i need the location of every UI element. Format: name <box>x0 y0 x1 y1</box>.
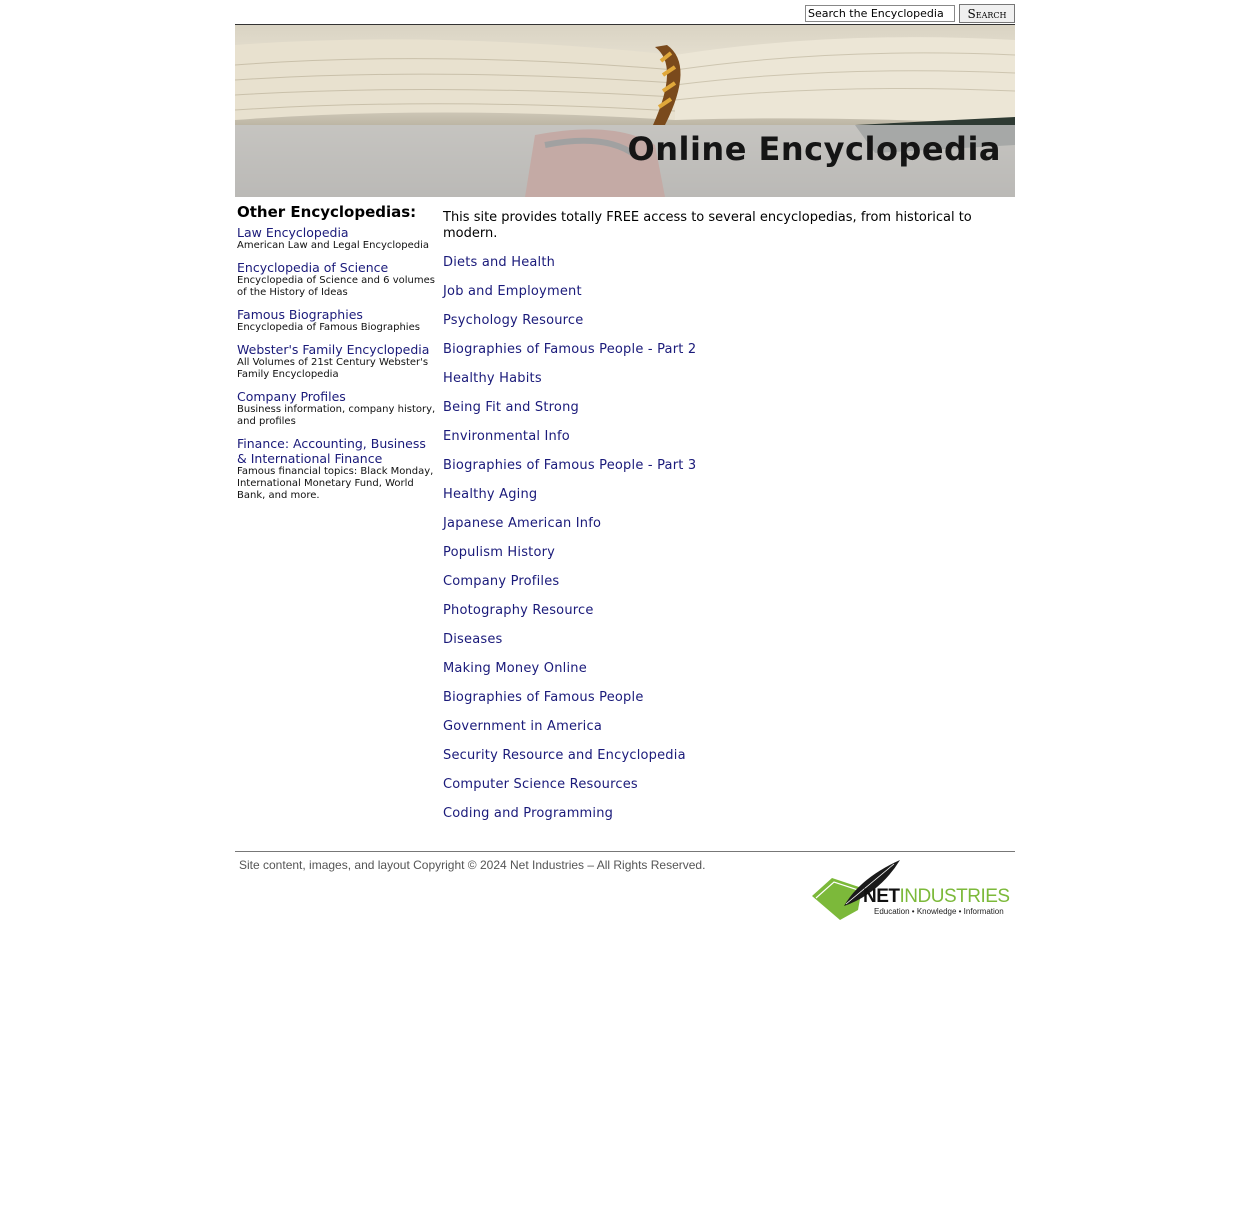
topic-link[interactable]: Coding and Programming <box>443 806 1003 822</box>
logo-industries-text: INDUSTRIES <box>899 886 1011 907</box>
site-title: Online Encyclopedia <box>627 130 1001 168</box>
topic-link[interactable]: Photography Resource <box>443 603 1003 619</box>
sidebar-description: Famous financial topics: Black Monday, I… <box>237 466 434 501</box>
sidebar-item-websters: Webster's Family Encyclopedia All Volume… <box>237 342 437 381</box>
topic-link[interactable]: Populism History <box>443 545 1003 561</box>
sidebar-link[interactable]: Famous Biographies <box>237 307 437 322</box>
sidebar-description: All Volumes of 21st Century Webster's Fa… <box>237 357 429 380</box>
main-content: This site provides totally FREE access t… <box>443 210 1003 835</box>
sidebar-heading: Other Encyclopedias: <box>237 203 417 221</box>
footer-divider <box>235 851 1015 852</box>
topic-link[interactable]: Biographies of Famous People - Part 3 <box>443 458 1003 474</box>
sidebar-description: American Law and Legal Encyclopedia <box>237 240 430 251</box>
sidebar-link[interactable]: Webster's Family Encyclopedia <box>237 342 437 357</box>
topic-link[interactable]: Healthy Habits <box>443 371 1003 387</box>
topic-link[interactable]: Government in America <box>443 719 1003 735</box>
sidebar-item-science: Encyclopedia of Science Encyclopedia of … <box>237 260 437 299</box>
topic-link[interactable]: Healthy Aging <box>443 487 1003 503</box>
net-industries-logo[interactable]: NETINDUSTRIES Education • Knowledge • In… <box>810 858 1015 924</box>
topic-link[interactable]: Biographies of Famous People <box>443 690 1003 706</box>
topic-link[interactable]: Company Profiles <box>443 574 1003 590</box>
sidebar-item-biographies: Famous Biographies Encyclopedia of Famou… <box>237 307 437 334</box>
search-input[interactable] <box>805 5 955 22</box>
other-encyclopedias-sidebar: Other Encyclopedias: Law Encyclopedia Am… <box>237 203 437 510</box>
logo-wordmark: NETINDUSTRIES <box>863 887 1010 907</box>
logo-tagline: Education • Knowledge • Information <box>874 907 1004 916</box>
copyright-text: Site content, images, and layout Copyrig… <box>239 858 706 872</box>
sidebar-item-law: Law Encyclopedia American Law and Legal … <box>237 225 437 252</box>
sidebar-link[interactable]: Company Profiles <box>237 389 437 404</box>
sidebar-item-finance: Finance: Accounting, Business & Internat… <box>237 436 437 502</box>
topic-link[interactable]: Diets and Health <box>443 255 1003 271</box>
header-banner: Online Encyclopedia <box>235 24 1015 197</box>
intro-text: This site provides totally FREE access t… <box>443 210 972 241</box>
topic-link[interactable]: Making Money Online <box>443 661 1003 677</box>
sidebar-item-company-profiles: Company Profiles Business information, c… <box>237 389 437 428</box>
topic-link[interactable]: Biographies of Famous People - Part 2 <box>443 342 1003 358</box>
topic-link[interactable]: Japanese American Info <box>443 516 1003 532</box>
search-button[interactable]: Search <box>959 4 1015 23</box>
topic-link[interactable]: Security Resource and Encyclopedia <box>443 748 1003 764</box>
topic-link[interactable]: Job and Employment <box>443 284 1003 300</box>
topic-link[interactable]: Diseases <box>443 632 1003 648</box>
sidebar-link[interactable]: Encyclopedia of Science <box>237 260 437 275</box>
sidebar-description: Encyclopedia of Science and 6 volumes of… <box>237 275 435 298</box>
search-bar: Search <box>805 4 1015 23</box>
logo-net-text: NET <box>863 886 900 907</box>
topic-link[interactable]: Environmental Info <box>443 429 1003 445</box>
sidebar-description: Business information, company history, a… <box>237 404 436 427</box>
topic-link[interactable]: Computer Science Resources <box>443 777 1003 793</box>
sidebar-link[interactable]: Law Encyclopedia <box>237 225 437 240</box>
topic-link[interactable]: Being Fit and Strong <box>443 400 1003 416</box>
topic-link[interactable]: Psychology Resource <box>443 313 1003 329</box>
sidebar-description: Encyclopedia of Famous Biographies <box>237 322 420 333</box>
sidebar-link[interactable]: Finance: Accounting, Business & Internat… <box>237 436 437 466</box>
